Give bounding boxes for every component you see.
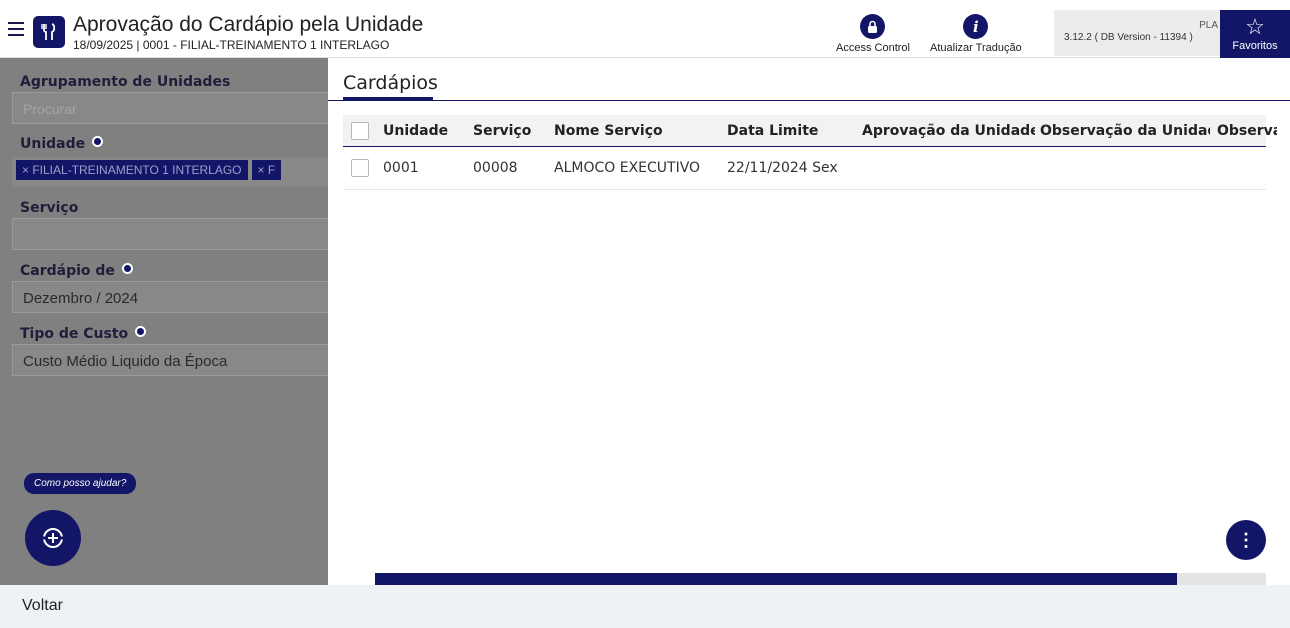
cardapio-label: Cardápio de xyxy=(20,263,115,279)
tipo-custo-label-wrap: Tipo de Custo xyxy=(20,326,147,342)
table-row[interactable]: 0001 00008 ALMOCO EXECUTIVO 22/11/2024 S… xyxy=(343,147,1266,190)
column-header[interactable]: Nome Serviço xyxy=(554,115,714,146)
voltar-button[interactable]: Voltar xyxy=(22,597,63,615)
agrupamento-label: Agrupamento de Unidades xyxy=(20,74,231,90)
atualizar-traducao-button[interactable]: i Atualizar Tradução xyxy=(930,14,1022,54)
select-all-checkbox[interactable] xyxy=(351,121,369,140)
row-checkbox[interactable] xyxy=(351,159,369,177)
agrupamento-search-input[interactable]: Procurar xyxy=(12,92,328,124)
hamburger-menu-icon[interactable] xyxy=(8,22,24,36)
lock-icon xyxy=(860,14,886,39)
cardapio-label-wrap: Cardápio de xyxy=(20,263,133,279)
main-content: Cardápios Unidade Serviço Nome Serviço D… xyxy=(328,58,1290,585)
unidade-select[interactable]: × FILIAL-TREINAMENTO 1 INTERLAGO × F xyxy=(12,158,328,186)
column-header[interactable]: Unidade xyxy=(383,115,463,146)
star-icon: ☆ xyxy=(1245,14,1265,39)
app-header: Aprovação do Cardápio pela Unidade 18/09… xyxy=(0,0,1290,58)
version-info: PLA 3.12.2 ( DB Version - 11394 ) xyxy=(1054,10,1220,56)
unidade-label: Unidade xyxy=(20,136,86,152)
cardapio-de-input[interactable]: Dezembro / 2024 xyxy=(12,281,328,313)
unidade-chip[interactable]: × F xyxy=(251,160,282,180)
favoritos-button[interactable]: ☆ Favoritos xyxy=(1220,10,1290,58)
cell-nome-servico: ALMOCO EXECUTIVO xyxy=(554,160,701,176)
row-checkbox-cell xyxy=(351,147,369,189)
column-header[interactable]: Aprovação da Unidade xyxy=(862,115,1035,146)
access-control-button[interactable]: Access Control xyxy=(836,14,910,54)
page-subtitle: 18/09/2025 | 0001 - FILIAL-TREINAMENTO 1… xyxy=(73,38,390,52)
table-header: Unidade Serviço Nome Serviço Data Limite… xyxy=(343,115,1277,147)
cell-observacao-unidade[interactable] xyxy=(1040,147,1210,189)
scrollbar-thumb[interactable] xyxy=(375,573,1177,585)
atualizar-traducao-label: Atualizar Tradução xyxy=(930,42,1022,54)
unidade-help-icon[interactable] xyxy=(92,136,103,147)
servico-label: Serviço xyxy=(20,200,79,216)
column-header[interactable]: Serviço xyxy=(473,115,548,146)
fork-knife-icon xyxy=(33,16,65,48)
cell-unidade: 0001 xyxy=(383,160,419,176)
select-all-checkbox-cell xyxy=(351,115,369,146)
info-icon: i xyxy=(963,14,989,39)
version-text: 3.12.2 ( DB Version - 11394 ) xyxy=(1064,32,1193,43)
tab-divider xyxy=(328,100,1290,101)
tab-cardapios[interactable]: Cardápios xyxy=(343,72,438,94)
favoritos-label: Favoritos xyxy=(1232,40,1278,52)
help-bubble[interactable]: Como posso ajudar? xyxy=(24,473,137,494)
cardapios-table: Unidade Serviço Nome Serviço Data Limite… xyxy=(343,115,1277,190)
user-code: PLA xyxy=(1199,20,1218,31)
cardapio-help-icon[interactable] xyxy=(121,263,133,274)
column-header[interactable]: Data Limite xyxy=(727,115,847,146)
assistant-icon[interactable] xyxy=(25,510,81,566)
tipo-custo-label: Tipo de Custo xyxy=(20,326,129,342)
more-vertical-icon[interactable]: ⋮ xyxy=(1226,520,1266,560)
unidade-chip[interactable]: × FILIAL-TREINAMENTO 1 INTERLAGO xyxy=(16,160,248,180)
horizontal-scrollbar[interactable] xyxy=(375,573,1266,585)
footer-bar: Voltar xyxy=(0,585,1290,628)
unidade-label-wrap: Unidade xyxy=(20,136,103,152)
tipo-custo-help-icon[interactable] xyxy=(135,326,147,337)
cell-servico: 00008 xyxy=(473,160,518,176)
servico-select[interactable] xyxy=(12,218,328,250)
filter-sidebar: Agrupamento de Unidades Procurar Unidade… xyxy=(0,58,328,585)
column-header[interactable]: Observação da Unidad xyxy=(1040,115,1210,146)
tipo-custo-select[interactable]: Custo Médio Liquido da Época xyxy=(12,344,328,376)
cell-data-limite: 22/11/2024 Sex xyxy=(727,160,838,176)
page-title: Aprovação do Cardápio pela Unidade xyxy=(73,13,424,36)
access-control-label: Access Control xyxy=(836,42,910,54)
cell-aprovacao[interactable] xyxy=(862,147,1035,189)
cell-observacao[interactable] xyxy=(1217,147,1277,189)
column-header[interactable]: Observa xyxy=(1217,115,1277,146)
